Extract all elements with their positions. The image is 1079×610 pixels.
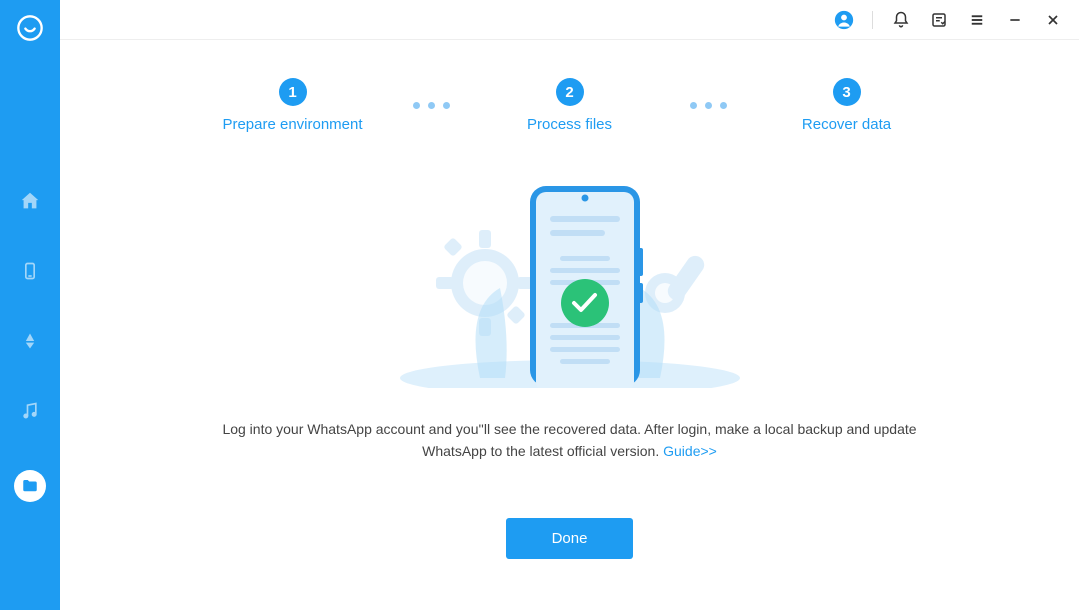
step-number: 3 bbox=[833, 78, 861, 106]
feedback-icon[interactable] bbox=[929, 10, 949, 30]
cloud-drive-icon[interactable] bbox=[19, 330, 41, 352]
folder-icon[interactable] bbox=[14, 470, 46, 502]
minimize-icon[interactable] bbox=[1005, 10, 1025, 30]
step-label: Prepare environment bbox=[222, 116, 362, 133]
step-label: Process files bbox=[527, 116, 612, 133]
bell-icon[interactable] bbox=[891, 10, 911, 30]
phone-device-icon[interactable] bbox=[19, 260, 41, 282]
step-separator-dots bbox=[413, 102, 450, 109]
step-number: 2 bbox=[556, 78, 584, 106]
close-icon[interactable] bbox=[1043, 10, 1063, 30]
home-icon[interactable] bbox=[19, 190, 41, 212]
menu-icon[interactable] bbox=[967, 10, 987, 30]
step-3: 3 Recover data bbox=[747, 78, 947, 133]
sidebar bbox=[0, 0, 60, 610]
divider bbox=[872, 11, 873, 29]
done-button[interactable]: Done bbox=[506, 518, 634, 559]
instruction-text: Log into your WhatsApp account and you''… bbox=[220, 418, 920, 463]
step-label: Recover data bbox=[802, 116, 891, 133]
step-1: 1 Prepare environment bbox=[193, 78, 393, 133]
app-logo-icon bbox=[16, 14, 44, 42]
phone-success-illustration bbox=[390, 178, 750, 388]
user-avatar-icon[interactable] bbox=[834, 10, 854, 30]
music-icon[interactable] bbox=[19, 400, 41, 422]
content-area: 1 Prepare environment 2 Process files 3 … bbox=[60, 40, 1079, 610]
titlebar bbox=[60, 0, 1079, 40]
instruction-body: Log into your WhatsApp account and you''… bbox=[222, 421, 916, 459]
step-separator-dots bbox=[690, 102, 727, 109]
guide-link[interactable]: Guide>> bbox=[663, 443, 717, 459]
step-number: 1 bbox=[279, 78, 307, 106]
step-2: 2 Process files bbox=[470, 78, 670, 133]
steps-indicator: 1 Prepare environment 2 Process files 3 … bbox=[193, 78, 947, 133]
